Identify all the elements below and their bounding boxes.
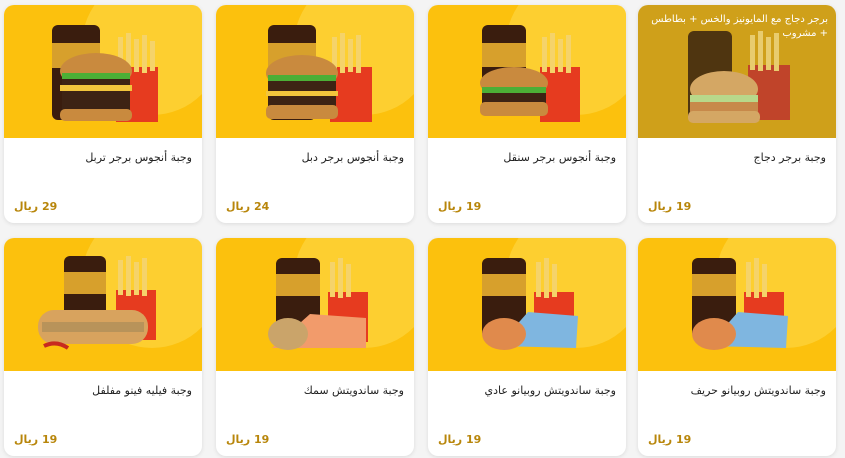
burger-meal-image bbox=[480, 25, 580, 122]
meal-name: وجبة ساندويتش روبيانو حريف bbox=[690, 384, 826, 397]
meal-photo bbox=[4, 5, 202, 138]
fish-wrap-image bbox=[268, 258, 368, 350]
menu-card-fino[interactable]: وجبة فيليه فينو مفلفل 19 ريال bbox=[4, 238, 202, 456]
meal-price: 24 ريال bbox=[226, 200, 270, 213]
meal-price: 19 ريال bbox=[226, 433, 270, 446]
menu-card-chicken-burger[interactable]: برجر دجاج مع المايونيز والخس + بطاطس + م… bbox=[638, 5, 836, 223]
shrimp-wrap-image bbox=[482, 258, 578, 350]
menu-card-angus-triple[interactable]: وجبة أنجوس برجر تربل 29 ريال bbox=[4, 5, 202, 223]
meal-price: 29 ريال bbox=[14, 200, 58, 213]
meal-photo bbox=[4, 238, 202, 371]
meal-price: 19 ريال bbox=[14, 433, 58, 446]
meal-name: وجبة أنجوس برجر دبل bbox=[301, 151, 404, 164]
meal-photo bbox=[216, 238, 414, 371]
menu-card-angus-single[interactable]: وجبة أنجوس برجر سنقل 19 ريال bbox=[428, 5, 626, 223]
meal-photo bbox=[638, 238, 836, 371]
meal-name: وجبة أنجوس برجر تربل bbox=[85, 151, 192, 164]
meal-name: وجبة فيليه فينو مفلفل bbox=[92, 384, 192, 397]
meal-name: وجبة أنجوس برجر سنقل bbox=[503, 151, 616, 164]
menu-card-shrimp-spicy[interactable]: وجبة ساندويتش روبيانو حريف 19 ريال bbox=[638, 238, 836, 456]
meal-name: وجبة ساندويتش روبيانو عادي bbox=[484, 384, 616, 397]
menu-card-fish-sandwich[interactable]: وجبة ساندويتش سمك 19 ريال bbox=[216, 238, 414, 456]
meal-price: 19 ريال bbox=[438, 433, 482, 446]
meal-photo bbox=[216, 5, 414, 138]
meal-description-overlay: برجر دجاج مع المايونيز والخس + بطاطس + م… bbox=[651, 14, 828, 39]
meal-name: وجبة برجر دجاج bbox=[753, 151, 826, 164]
meal-price: 19 ريال bbox=[648, 433, 692, 446]
meal-name: وجبة ساندويتش سمك bbox=[303, 384, 404, 397]
burger-meal-image bbox=[52, 25, 158, 122]
fino-meal-image bbox=[38, 256, 156, 350]
meal-price: 19 ريال bbox=[648, 200, 692, 213]
meal-photo bbox=[428, 5, 626, 138]
burger-meal-image bbox=[266, 25, 372, 122]
meal-price: 19 ريال bbox=[438, 200, 482, 213]
meal-photo: برجر دجاج مع المايونيز والخس + بطاطس + م… bbox=[638, 5, 836, 138]
menu-card-angus-double[interactable]: وجبة أنجوس برجر دبل 24 ريال bbox=[216, 5, 414, 223]
shrimp-wrap-image bbox=[692, 258, 788, 350]
menu-card-shrimp-regular[interactable]: وجبة ساندويتش روبيانو عادي 19 ريال bbox=[428, 238, 626, 456]
meal-photo bbox=[428, 238, 626, 371]
menu-grid: وجبة أنجوس برجر تربل 29 ريال وجبة أنجوس … bbox=[0, 0, 845, 458]
